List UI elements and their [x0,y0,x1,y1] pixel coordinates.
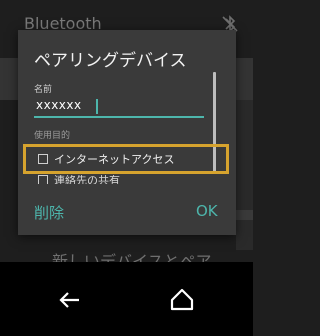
internet-access-label: インターネットアクセス [54,153,175,166]
device-name-input[interactable]: xxxxxx [34,98,204,118]
device-name-value: xxxxxx [36,98,82,112]
background-strip [236,100,253,250]
ok-button[interactable]: OK [196,202,218,220]
text-cursor [96,99,98,114]
background-strip-accent [236,210,253,220]
dialog-title: ペアリングデバイス [34,51,187,71]
home-icon[interactable] [167,284,197,314]
contact-sharing-label: 連絡先の共有 [54,175,120,184]
pairing-dialog: ペアリングデバイス 名前 xxxxxx 使用目的 インターネットアクセス 連絡先… [18,30,236,235]
contact-sharing-checkbox[interactable] [38,175,48,184]
internet-access-option[interactable]: インターネットアクセス [38,151,174,167]
contact-sharing-option[interactable]: 連絡先の共有 [38,175,120,184]
delete-button[interactable]: 削除 [34,202,64,223]
internet-access-checkbox[interactable] [38,154,48,164]
navigation-bar [0,262,253,336]
input-underline [34,116,204,118]
purpose-label: 使用目的 [34,131,71,141]
back-arrow-icon[interactable] [55,285,85,315]
name-label: 名前 [34,85,53,95]
